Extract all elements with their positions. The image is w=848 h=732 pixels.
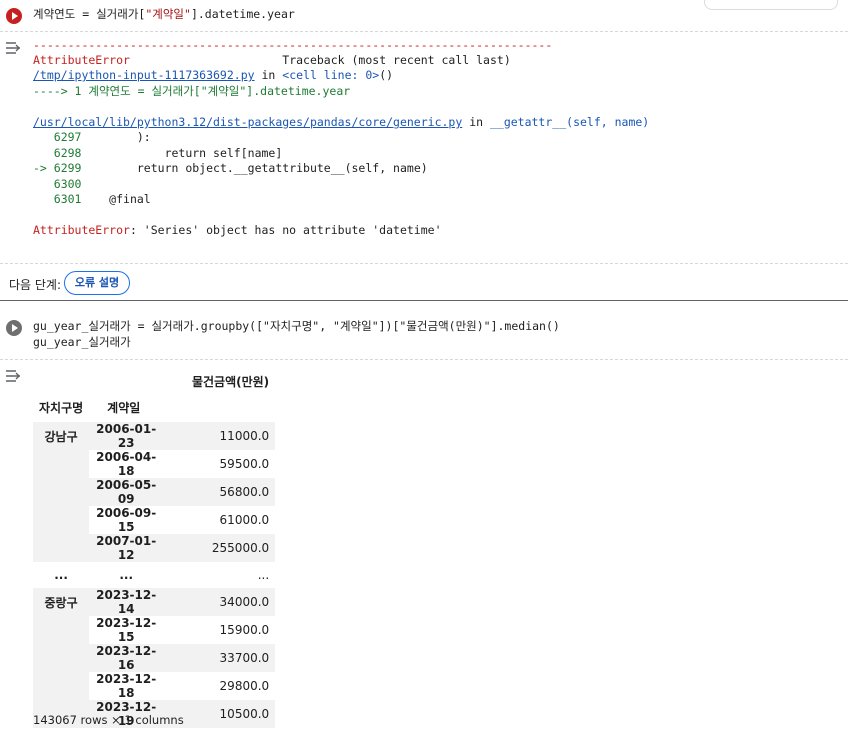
error-name: AttributeError [33, 53, 130, 67]
group-index: ... [54, 568, 68, 582]
traceback-dashes: ----------------------------------------… [33, 38, 553, 52]
traceback-label: Traceback (most recent call last) [282, 53, 511, 67]
line-code: return object.__getattribute__(self, nam… [81, 161, 428, 175]
value-cell: 59500.0 [219, 457, 270, 471]
output-menu-icon[interactable] [5, 40, 21, 54]
date-cell: 2007-01-12 [89, 534, 164, 562]
line-prefix [33, 177, 54, 191]
code-string: "계약일" [145, 7, 191, 21]
traceback-location-2: /usr/local/lib/python3.12/dist-packages/… [33, 115, 649, 130]
final-error-message: : 'Series' object has no attribute 'date… [129, 223, 442, 237]
traceback-code-line: 6301 @final [33, 192, 151, 207]
line-number: 6297 [53, 130, 82, 144]
column-header: 물건금액(만원) [191, 374, 270, 389]
date-cell: 2006-05-09 [89, 478, 164, 506]
arrow-line-text: ----> 1 계약연도 = 실거래가["계약일"].datetime.year [33, 84, 351, 98]
code-text: 계약연도 = 실거래가[ [33, 7, 146, 21]
value-cell: 56800.0 [163, 478, 276, 506]
traceback-code-line: 6300 [33, 177, 82, 192]
value-cell: 15900.0 [219, 623, 270, 637]
table-row: 강남구 2006-01-23 11000.0 [33, 422, 276, 562]
in-text: in [254, 68, 283, 82]
line-number: 6298 [53, 146, 82, 160]
value-cell: 34000.0 [163, 588, 276, 616]
value-cell: 29800.0 [219, 679, 270, 693]
traceback-code-line: -> 6299 return object.__getattribute__(s… [33, 161, 428, 176]
group-index: 중랑구 [33, 588, 90, 728]
cell1-code[interactable]: 계약연도 = 실거래가["계약일"].datetime.year [33, 7, 295, 22]
traceback-arrow-line: ----> 1 계약연도 = 실거래가["계약일"].datetime.year [33, 84, 350, 99]
cell2-code-line-1[interactable]: gu_year_실거래가 = 실거래가.groupby(["자치구명", "계약… [33, 319, 560, 334]
date-cell: 2006-04-18 [96, 450, 157, 478]
date-cell: 2023-12-14 [89, 588, 164, 616]
output-menu-icon[interactable] [5, 368, 21, 382]
line-prefix [33, 192, 54, 206]
date-cell: 2023-12-18 [96, 672, 157, 700]
index-name: 자치구명 [39, 400, 84, 415]
date-cell: 2023-12-16 [89, 644, 164, 672]
paren-text: () [379, 68, 394, 82]
traceback-header: AttributeError Traceback (most recent ca… [33, 53, 511, 68]
value-cell: 33700.0 [163, 644, 276, 672]
dataframe-table: 물건금액(만원) 자치구명 계약일 강남구 2006-01-23 11000.0… [33, 368, 276, 728]
traceback-code-line: 6297 ): [33, 130, 151, 145]
func-name: __getattr__ [489, 115, 567, 129]
line-prefix: -> [33, 161, 54, 175]
line-code: return self[name] [81, 146, 283, 160]
run-cell-button[interactable] [6, 320, 22, 336]
func-args: (self, name) [566, 115, 650, 129]
table-row: 중랑구 2023-12-14 34000.0 [33, 588, 276, 728]
date-cell: 2006-09-15 [96, 506, 157, 534]
line-code: @final [81, 192, 151, 206]
traceback-file-link-2[interactable]: /usr/local/lib/python3.12/dist-packages/… [33, 115, 462, 129]
line-prefix [33, 130, 54, 144]
traceback-location-1: /tmp/ipython-input-1117363692.py in <cel… [33, 68, 393, 83]
traceback-file-link-1[interactable]: /tmp/ipython-input-1117363692.py [33, 68, 255, 82]
date-cell: 2006-01-23 [89, 422, 164, 450]
cell-toolbar[interactable] [704, 0, 838, 10]
next-steps-label: 다음 단계: [9, 278, 62, 292]
cell-line-ref: <cell line: 0> [282, 68, 380, 82]
date-cell: ... [119, 568, 134, 582]
code-text: ].datetime.year [190, 7, 295, 21]
line-number: 6300 [53, 177, 82, 191]
final-error-line: AttributeError: 'Series' object has no a… [33, 223, 442, 238]
dataframe-shape: 143067 rows × 1 columns [33, 713, 184, 727]
cell2-code-line-2[interactable]: gu_year_실거래가 [33, 335, 131, 350]
traceback-code-line: 6298 return self[name] [33, 146, 283, 161]
value-cell: ... [257, 568, 270, 582]
value-cell: 61000.0 [219, 513, 270, 527]
line-code: ): [81, 130, 151, 144]
value-cell: 255000.0 [163, 534, 276, 562]
date-cell: 2023-12-15 [96, 616, 157, 644]
line-prefix [33, 146, 54, 160]
run-cell-button-error[interactable] [6, 8, 22, 24]
index-name: 계약일 [107, 400, 141, 415]
value-cell: 11000.0 [163, 422, 276, 450]
line-number: 6301 [53, 192, 82, 206]
cell-divider [0, 300, 848, 301]
in-text: in [462, 115, 490, 129]
final-error-name: AttributeError [33, 223, 130, 237]
table-row: ... ... ... [33, 562, 275, 588]
line-number: 6299 [53, 161, 82, 175]
explain-error-button[interactable]: 오류 설명 [64, 271, 130, 295]
group-index: 강남구 [33, 422, 90, 562]
